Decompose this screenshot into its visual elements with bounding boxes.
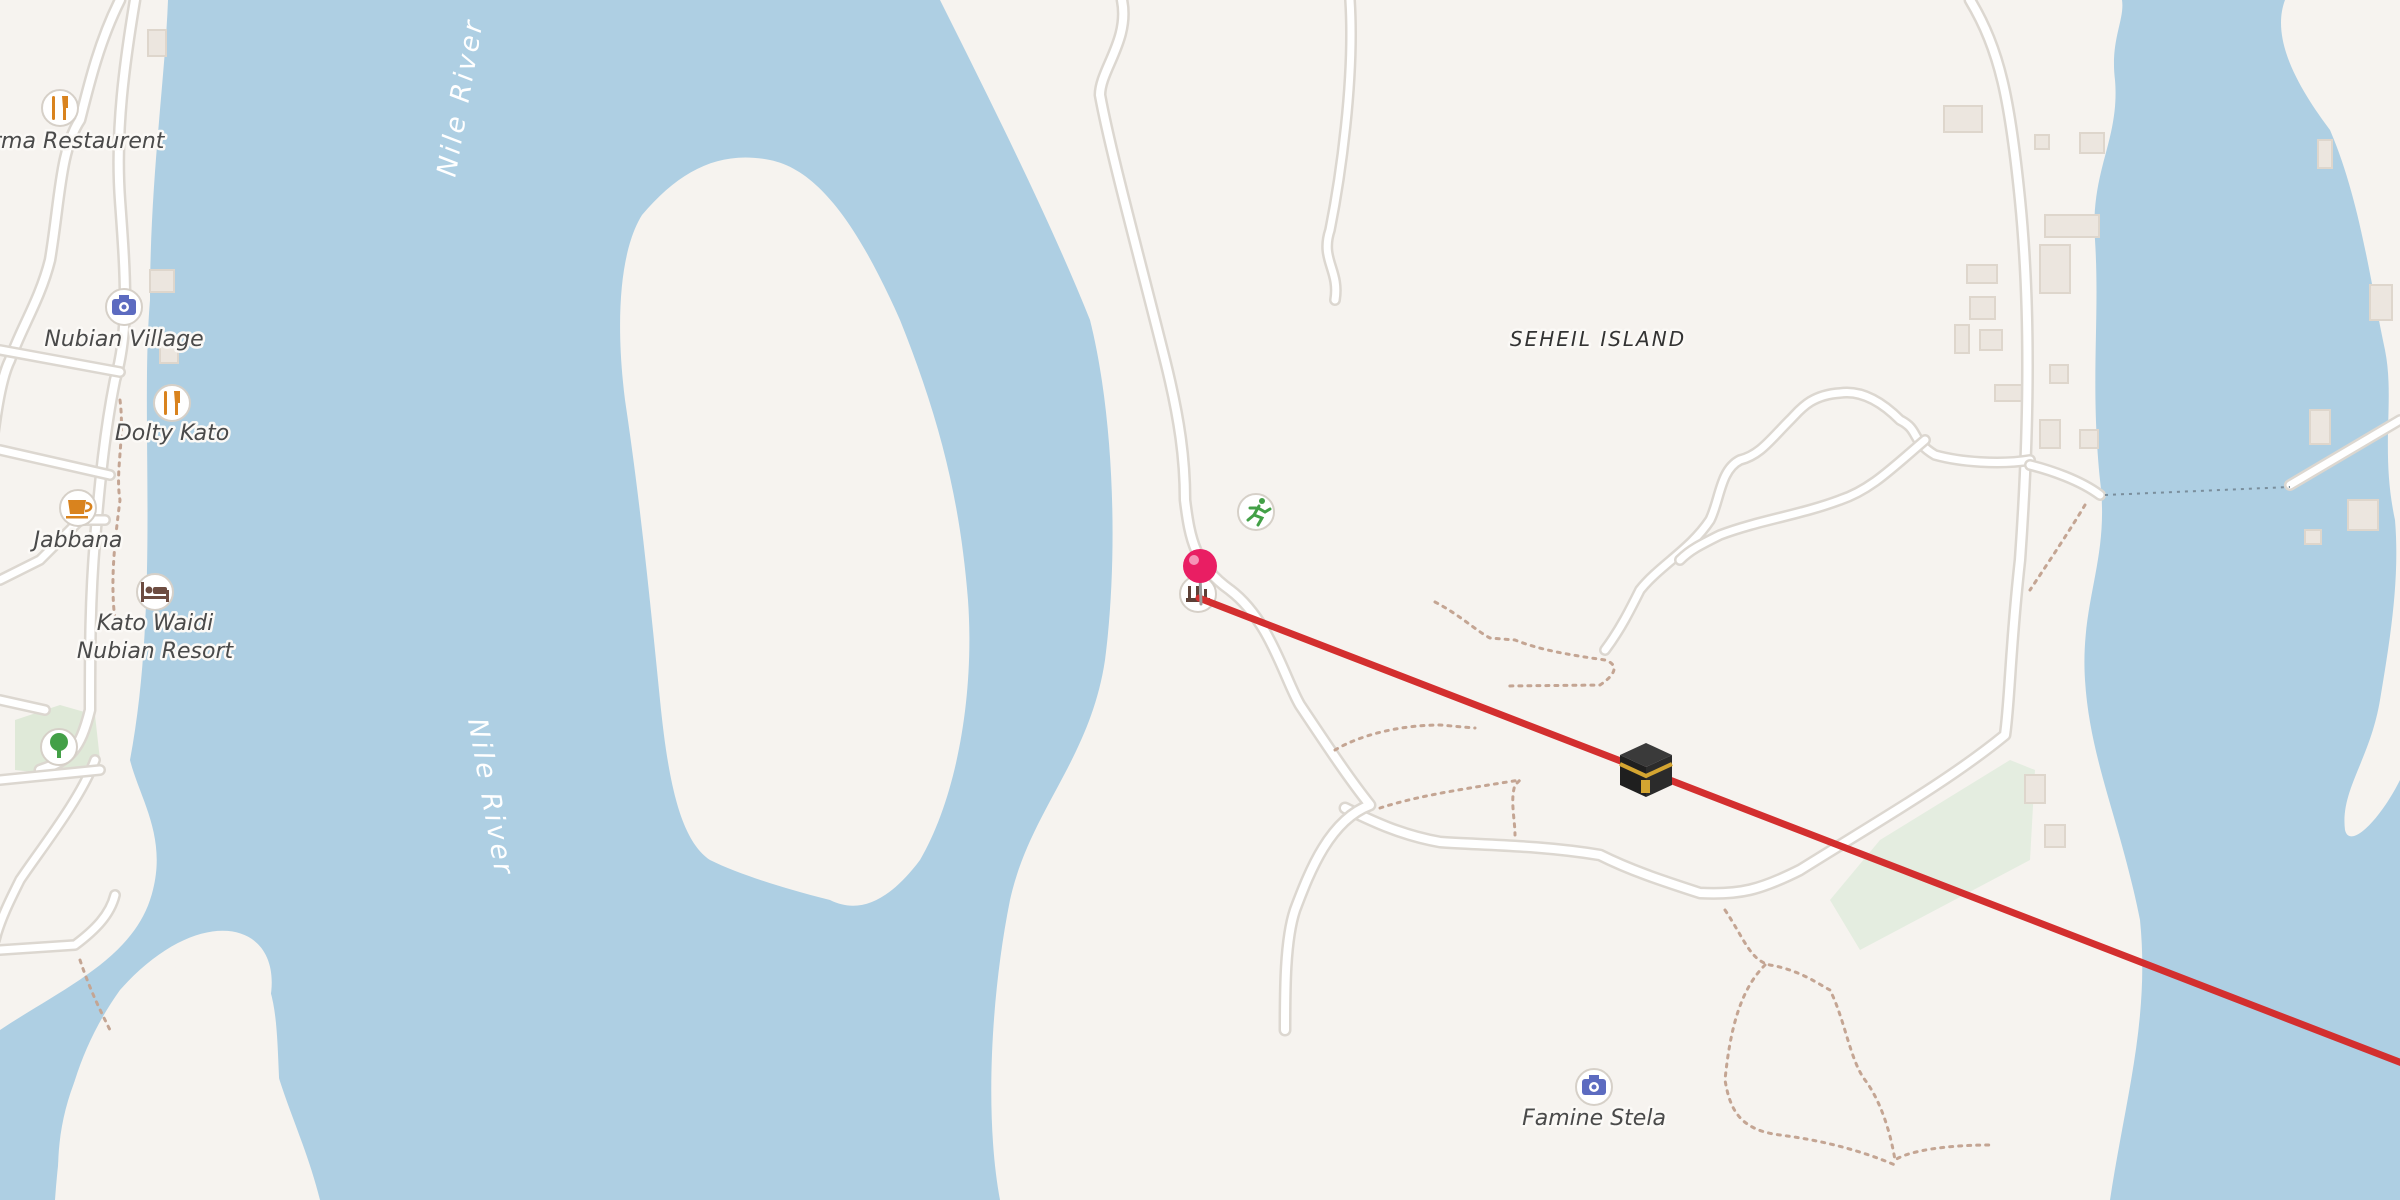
poi-label-jabbana: Jabbana [30,528,123,553]
poi-label-dolty-kato: Dolty Kato [115,421,229,446]
poi-sport[interactable] [1237,493,1275,531]
poi-park[interactable] [40,728,78,766]
poi-dolty-kato[interactable] [153,384,191,422]
poi-label-restaurant-top: rma Restaurent [0,129,166,154]
poi-kato-waidi[interactable] [136,573,174,611]
poi-label-kato-waidi-line2: Nubian Resort [77,639,235,664]
poi-label-famine-stela: Famine Stela [1522,1106,1666,1131]
island-label: SEHEIL ISLAND [1510,327,1686,351]
poi-jabbana[interactable] [59,489,97,527]
poi-label-nubian-village: Nubian Village [44,327,203,352]
poi-restaurant-top[interactable] [41,89,79,127]
poi-famine-stela[interactable] [1575,1068,1613,1106]
poi-nubian-village[interactable] [105,288,143,326]
poi-label-kato-waidi: Kato Waidi [97,611,213,636]
map-canvas[interactable]: Nile River Nile River SEHEIL ISLAND rma … [0,0,2400,1200]
